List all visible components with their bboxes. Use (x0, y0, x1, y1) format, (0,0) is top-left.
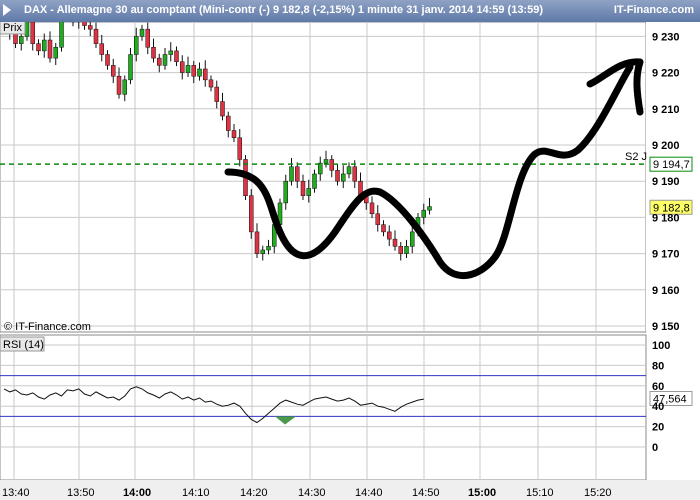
price-tick-label: 9 170 (652, 249, 680, 261)
rsi-panel (0, 334, 647, 481)
candle-up (312, 173, 317, 189)
candle-down (352, 166, 357, 182)
candle-down (151, 47, 156, 59)
candle-up (260, 249, 265, 254)
rsi-tick-label: 40 (652, 401, 664, 413)
candle-down (180, 61, 185, 73)
candle-down (93, 28, 99, 44)
candle-up (162, 54, 168, 66)
candle-down (387, 231, 392, 240)
time-tick-label: 13:40 (2, 487, 30, 499)
rsi-tick-label: 20 (652, 422, 664, 434)
brand-label: IT-Finance.com (613, 4, 694, 16)
time-tick-label: 14:20 (240, 487, 268, 499)
candle-down (295, 166, 300, 182)
rsi-tick-label: 60 (652, 381, 664, 393)
support-level-label: S2 J (625, 151, 647, 163)
rsi-tick-label: 80 (652, 360, 664, 372)
candle-up (421, 209, 426, 218)
candle-down (116, 75, 122, 95)
candle-up (53, 47, 58, 59)
candle-down (30, 22, 35, 44)
candle-up (185, 65, 191, 73)
price-tick-label: 9 160 (652, 285, 680, 297)
candle-up (197, 68, 202, 77)
candle-down (231, 130, 237, 139)
time-tick-label: 13:50 (67, 487, 95, 499)
candle-down (82, 22, 87, 26)
candle-up (410, 231, 415, 247)
candle-down (220, 101, 225, 117)
chart-area[interactable]: S2 J9 194,79 182,8 9 1509 1609 1709 1809… (0, 22, 700, 500)
time-tick-label: 14:30 (298, 487, 326, 499)
candle-down (300, 180, 306, 196)
candle-down (208, 79, 214, 88)
candle-up (128, 54, 133, 81)
price-tick-label: 9 230 (652, 31, 680, 43)
candle-down (191, 65, 196, 77)
candle-down (249, 195, 254, 233)
time-tick-label: 15:00 (468, 487, 496, 499)
time-tick-label: 14:50 (412, 487, 440, 499)
title-bar: DAX - Allemagne 30 au comptant (Mini-con… (0, 0, 700, 22)
candle-up (306, 188, 311, 196)
candle-down (47, 39, 53, 59)
price-tick-label: 9 190 (652, 176, 680, 188)
candle-up (139, 28, 145, 37)
candle-down (392, 238, 398, 247)
candle-down (157, 57, 162, 66)
menu-arrow-icon[interactable] (3, 4, 11, 16)
time-tick-label: 15:20 (584, 487, 612, 499)
candle-down (203, 68, 208, 81)
candle-up (341, 173, 346, 182)
candle-down (226, 115, 231, 131)
candle-up (59, 22, 64, 48)
candle-down (88, 25, 93, 30)
candle-up (134, 36, 139, 55)
time-tick-label: 14:40 (355, 487, 383, 499)
time-tick-label: 14:00 (123, 487, 151, 499)
price-panel-label: Prix (3, 22, 22, 34)
price-tick-label: 9 220 (652, 68, 680, 80)
chart-title: DAX - Allemagne 30 au comptant (Mini-con… (24, 4, 543, 16)
candle-up (24, 22, 30, 37)
candle-up (427, 206, 432, 211)
candle-up (266, 246, 271, 251)
candle-down (214, 86, 219, 102)
rsi-tick-label: 100 (652, 340, 670, 352)
price-panel (0, 22, 647, 333)
price-tick-label: 9 210 (652, 104, 680, 116)
candle-down (335, 170, 340, 182)
candle-down (174, 50, 179, 62)
candle-up (404, 246, 409, 254)
candle-down (111, 65, 116, 77)
candle-up (122, 79, 127, 95)
candle-up (323, 159, 329, 164)
time-tick-label: 14:10 (182, 487, 210, 499)
candle-up (42, 39, 47, 52)
rsi-panel-label: RSI (14) (3, 339, 44, 351)
candle-down (381, 224, 386, 233)
candle-down (105, 54, 110, 66)
copyright-label: © IT-Finance.com (4, 321, 91, 333)
candle-down (375, 213, 380, 225)
candle-up (19, 36, 24, 44)
candle-up (289, 166, 294, 182)
candle-down (237, 137, 242, 160)
price-tick-label: 9 200 (652, 140, 680, 152)
candle-down (36, 43, 41, 52)
candle-up (168, 50, 173, 55)
support-level-value: 9 194,7 (653, 159, 690, 171)
candle-down (254, 231, 260, 254)
price-tick-label: 9 150 (652, 321, 680, 333)
rsi-tick-label: 0 (652, 442, 658, 454)
candle-down (369, 202, 375, 215)
candle-down (398, 246, 403, 254)
candle-down (99, 43, 104, 55)
price-tick-label: 9 180 (652, 212, 680, 224)
candle-down (145, 28, 150, 48)
candle-up (283, 180, 288, 204)
candle-up (346, 166, 352, 175)
time-tick-label: 15:10 (526, 487, 554, 499)
